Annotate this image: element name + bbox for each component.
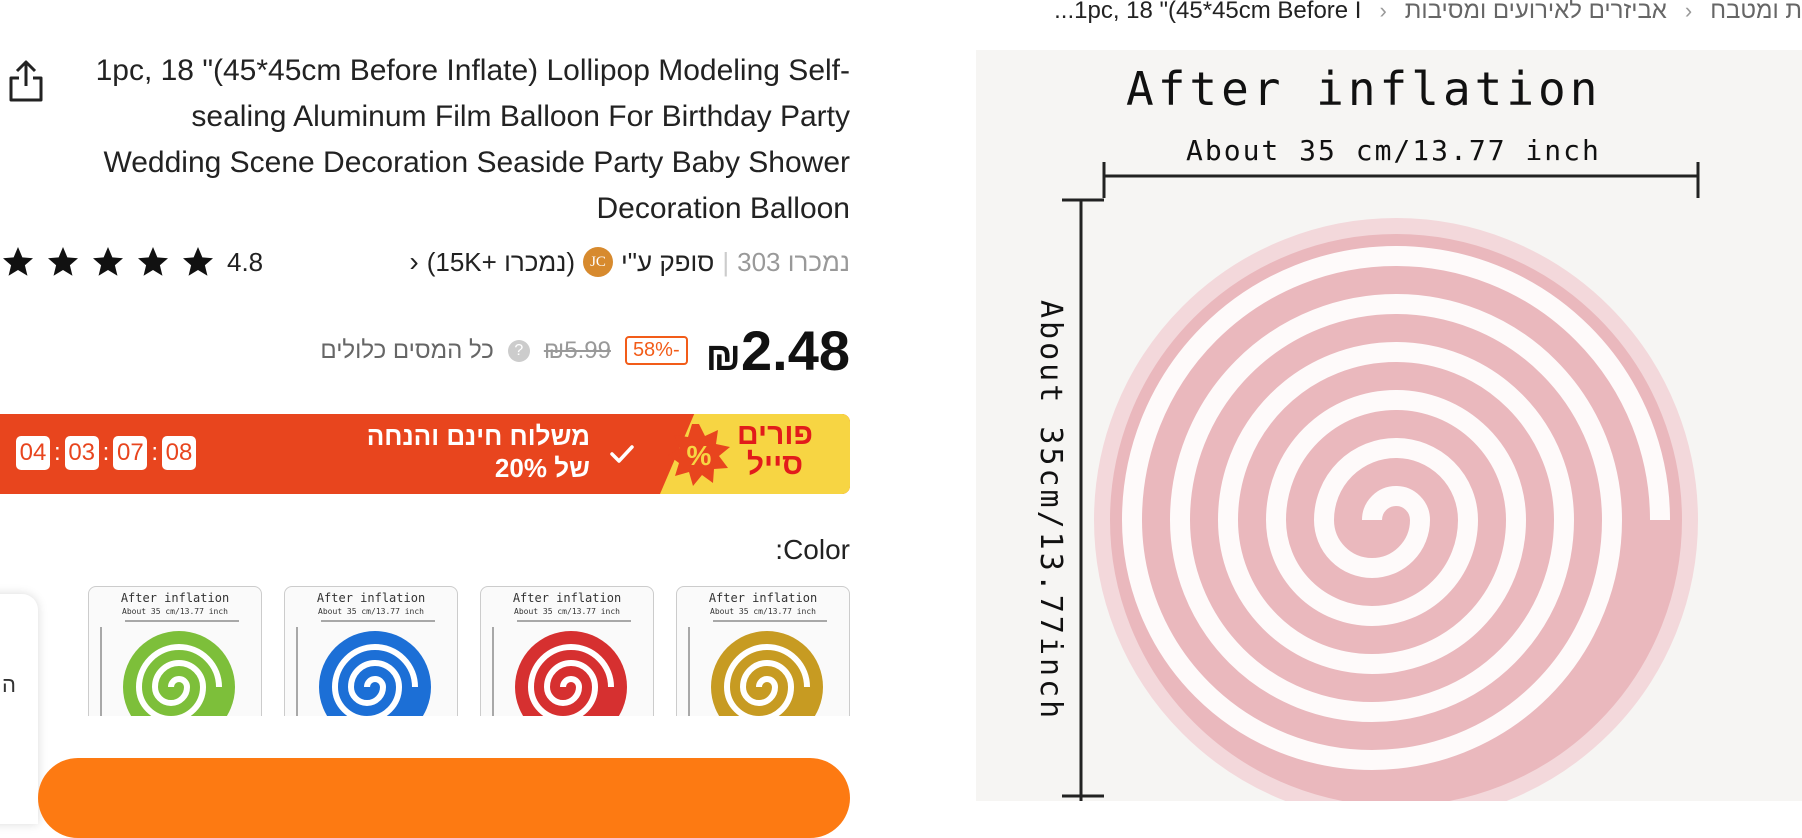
promo-line-2: של 20% [494, 453, 590, 483]
rating-value: 4.8 [227, 246, 264, 277]
swatch-green[interactable]: After inflation About 35 cm/13.77 inch [88, 586, 262, 716]
swatch-title: After inflation [120, 591, 230, 605]
burst-symbol: % [687, 440, 712, 471]
timer-colon: : [151, 439, 159, 466]
help-icon[interactable]: ? [507, 339, 530, 362]
color-swatches: After inflation About 35 cm/13.77 inch A… [88, 586, 850, 716]
image-subtitle: About 35 cm/13.77 inch [1186, 134, 1601, 167]
promo-banner[interactable]: פורים סייל % משלוח חינם והנחה של 20% 04 … [0, 414, 850, 494]
swatch-subtitle: About 35 cm/13.77 inch [514, 607, 620, 616]
side-panel-text: ה [2, 672, 16, 697]
timer-colon: : [102, 439, 110, 466]
current-price: ₪2.48 [702, 318, 850, 383]
breadcrumb-item-party-supplies[interactable]: אביזרים לאירועים ומסיבות [1405, 0, 1667, 25]
breadcrumb-chevron-icon: ‹ [1684, 0, 1693, 23]
image-vertical-label: About 35cm/13.77inch [1033, 300, 1068, 722]
star-icon [183, 247, 213, 276]
color-label: :Color [775, 534, 850, 565]
seller-line: נמכרו 303 | סופק ע"י JC (נמכרו +15K) ‹ [409, 246, 850, 278]
seller-sold-count[interactable]: (נמכרו +15K) [427, 247, 575, 278]
timer-days: 04 [16, 436, 50, 470]
timer-minutes: 07 [113, 436, 148, 470]
product-title: 1pc, 18 "(45*45cm Before Inflate) Lollip… [95, 54, 850, 225]
timer-colon: : [54, 439, 61, 466]
divider: | [722, 246, 730, 277]
swatch-title: After inflation [512, 591, 622, 605]
check-icon [610, 445, 634, 463]
swatch-title: After inflation [316, 591, 426, 605]
price-row: ₪2.48 -58% ₪5.99 ? כל המסים כלולים [320, 318, 850, 383]
countdown-timer: 04 : 03 : 07 : 08 [16, 436, 197, 470]
timer-hours: 03 [64, 436, 99, 470]
currency-symbol: ₪ [705, 335, 741, 379]
old-price: ₪5.99 [543, 336, 611, 364]
swatch-title: After inflation [708, 591, 818, 605]
sold-by-label: סופק ע"י [621, 246, 715, 277]
price-value: 2.48 [741, 319, 850, 382]
share-icon[interactable] [6, 58, 46, 104]
seller-avatar[interactable]: JC [583, 247, 613, 277]
image-title: After inflation [1126, 62, 1602, 116]
sale-title: פורים סייל [737, 418, 813, 481]
buy-button[interactable] [38, 758, 850, 838]
swatch-subtitle: About 35 cm/13.77 inch [710, 607, 816, 616]
breadcrumb-item-home-kitchen[interactable]: ת ומטבח [1710, 0, 1802, 25]
swatch-red[interactable]: After inflation About 35 cm/13.77 inch [480, 586, 654, 716]
product-rating[interactable]: 4.8 [0, 244, 263, 280]
side-panel[interactable] [0, 594, 38, 824]
star-icon [138, 247, 168, 276]
swatch-gold[interactable]: After inflation About 35 cm/13.77 inch [676, 586, 850, 716]
product-main-image[interactable]: After inflation About 35 cm/13.77 inch A… [976, 50, 1802, 801]
tax-note: כל המסים כלולים [320, 336, 494, 364]
promo-line-1: משלוח חינם והנחה [366, 421, 590, 451]
star-icon [93, 247, 123, 276]
percent-burst-icon: % [668, 424, 730, 486]
timer-seconds: 08 [162, 436, 197, 470]
chevron-left-icon[interactable]: ‹ [409, 246, 418, 278]
swatch-subtitle: About 35 cm/13.77 inch [122, 607, 228, 616]
breadcrumb-chevron-icon: ‹ [1379, 0, 1387, 23]
swatch-subtitle: About 35 cm/13.77 inch [318, 607, 424, 616]
breadcrumb: ת ומטבח ‹ אביזרים לאירועים ומסיבות ‹ 1pc… [1054, 0, 1802, 28]
sold-count: נמכרו 303 [737, 246, 850, 277]
discount-badge: -58% [624, 336, 688, 365]
swatch-blue[interactable]: After inflation About 35 cm/13.77 inch [284, 586, 458, 716]
promo-text: משלוח חינם והנחה של 20% [367, 420, 590, 484]
breadcrumb-current: 1pc, 18 "(45*45cm Before I... [1054, 0, 1362, 24]
star-icon [48, 247, 78, 276]
star-icon [3, 247, 33, 276]
